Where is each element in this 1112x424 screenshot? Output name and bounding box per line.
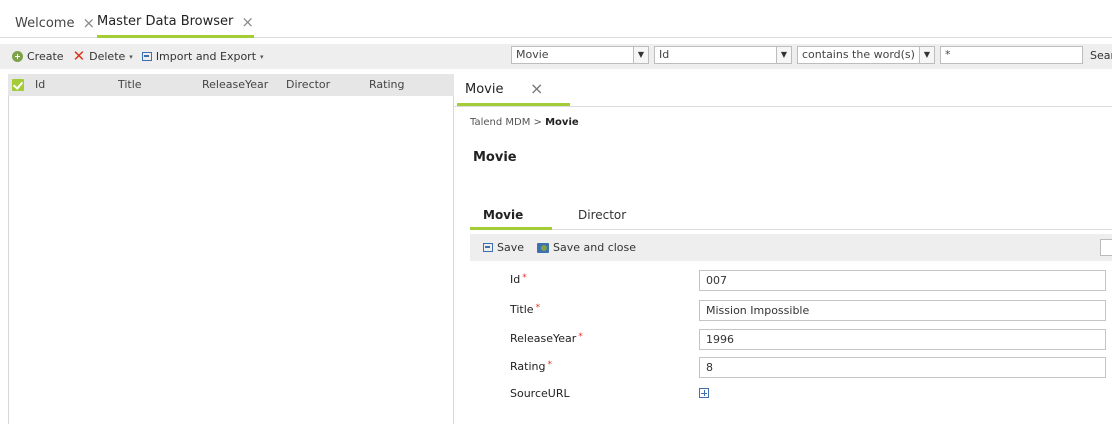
breadcrumb: Talend MDM > Movie <box>470 117 579 128</box>
close-icon[interactable]: × <box>241 13 254 31</box>
close-icon[interactable]: × <box>82 14 95 32</box>
releaseyear-field[interactable]: 1996 <box>699 329 1106 350</box>
create-button-label: Create <box>27 50 64 63</box>
entity-select-value: Movie <box>516 48 549 61</box>
search-bar: Movie ▼ Id ▼ contains the word(s) ▼ * Se… <box>454 44 1112 69</box>
rating-field[interactable]: 8 <box>699 357 1106 378</box>
search-button[interactable]: Sear <box>1090 49 1112 62</box>
save-button-label: Save <box>497 241 525 254</box>
import-export-button-label: Import and Export <box>155 50 257 63</box>
required-marker: * <box>522 273 527 283</box>
grid-body <box>8 96 454 424</box>
field-label-sourceurl-text: SourceURL <box>510 387 570 400</box>
import-export-icon <box>141 52 152 61</box>
top-tab-bar: Welcome × Master Data Browser × <box>0 0 1112 38</box>
create-button[interactable]: Create <box>12 50 64 63</box>
close-icon[interactable]: × <box>530 79 543 98</box>
field-label-id-text: Id <box>510 273 521 286</box>
field-label-releaseyear-text: ReleaseYear <box>510 332 577 345</box>
field-label-rating: Rating * <box>510 360 552 373</box>
chevron-down-icon: ▾ <box>129 52 133 61</box>
field-label-title: Title * <box>510 303 540 316</box>
field-label-title-text: Title <box>510 303 534 316</box>
tab-master-data-browser-label: Master Data Browser <box>97 14 234 29</box>
field-label-releaseyear: ReleaseYear * <box>510 332 583 345</box>
grid-header: Id Title ReleaseYear Director Rating <box>8 74 454 96</box>
breadcrumb-separator: > <box>533 117 542 128</box>
column-header-director[interactable]: Director <box>286 78 330 91</box>
record-detail-panel: Movie × Talend MDM > Movie Movie Movie D… <box>454 74 1112 424</box>
breadcrumb-root[interactable]: Talend MDM <box>470 117 530 128</box>
record-toolbar: Save Save and close <box>470 234 1112 261</box>
delete-button[interactable]: ✕ Delete ▾ <box>72 47 133 65</box>
browser-toolbar: Create ✕ Delete ▾ Import and Export ▾ <box>0 44 454 69</box>
save-button[interactable]: Save <box>483 241 524 254</box>
tab-movie-record-label: Movie <box>465 82 504 97</box>
delete-button-label: Delete <box>89 50 126 63</box>
toolbar-overflow-field[interactable] <box>1100 239 1112 256</box>
entity-select[interactable]: Movie ▼ <box>511 46 649 64</box>
tab-movie-record[interactable]: Movie × <box>457 74 570 106</box>
tab-master-data-browser[interactable]: Master Data Browser × <box>97 8 254 38</box>
select-arrow-icon[interactable]: ▼ <box>776 47 791 63</box>
column-header-title[interactable]: Title <box>118 78 142 91</box>
add-icon <box>12 51 23 62</box>
select-all-checkbox[interactable] <box>12 79 24 91</box>
column-header-rating[interactable]: Rating <box>369 78 404 91</box>
save-and-close-button[interactable]: Save and close <box>537 241 636 254</box>
save-icon <box>483 243 493 252</box>
column-header-releaseyear[interactable]: ReleaseYear <box>202 78 268 91</box>
breadcrumb-current: Movie <box>545 117 579 128</box>
field-label-id: Id * <box>510 273 527 286</box>
operator-select[interactable]: contains the word(s) ▼ <box>797 46 935 64</box>
page-title: Movie <box>473 150 517 165</box>
save-and-close-icon <box>537 242 550 253</box>
chevron-down-icon: ▾ <box>260 52 264 61</box>
field-select[interactable]: Id ▼ <box>654 46 792 64</box>
field-select-value: Id <box>659 48 670 61</box>
tab-welcome[interactable]: Welcome × <box>15 8 95 38</box>
operator-select-value: contains the word(s) <box>802 48 915 61</box>
expand-plus-icon[interactable] <box>699 388 709 398</box>
required-marker: * <box>578 332 583 342</box>
tab-welcome-label: Welcome <box>15 15 75 31</box>
sub-tab-director[interactable]: Director <box>578 208 626 230</box>
required-marker: * <box>547 360 552 370</box>
required-marker: * <box>535 303 541 313</box>
save-and-close-button-label: Save and close <box>553 241 637 254</box>
id-field[interactable]: 007 <box>699 270 1106 291</box>
field-label-rating-text: Rating <box>510 360 546 373</box>
sub-tab-movie[interactable]: Movie <box>470 208 552 230</box>
select-arrow-icon[interactable]: ▼ <box>919 47 934 63</box>
title-field[interactable]: Mission Impossible <box>699 300 1106 321</box>
column-header-id[interactable]: Id <box>35 78 45 91</box>
divider <box>454 106 1112 107</box>
select-arrow-icon[interactable]: ▼ <box>633 47 648 63</box>
delete-x-icon: ✕ <box>72 47 86 65</box>
field-label-sourceurl: SourceURL <box>510 387 570 400</box>
record-sub-tabs: Movie Director <box>470 206 1112 230</box>
import-export-button[interactable]: Import and Export ▾ <box>141 50 264 63</box>
search-value-input[interactable]: * <box>940 46 1083 64</box>
